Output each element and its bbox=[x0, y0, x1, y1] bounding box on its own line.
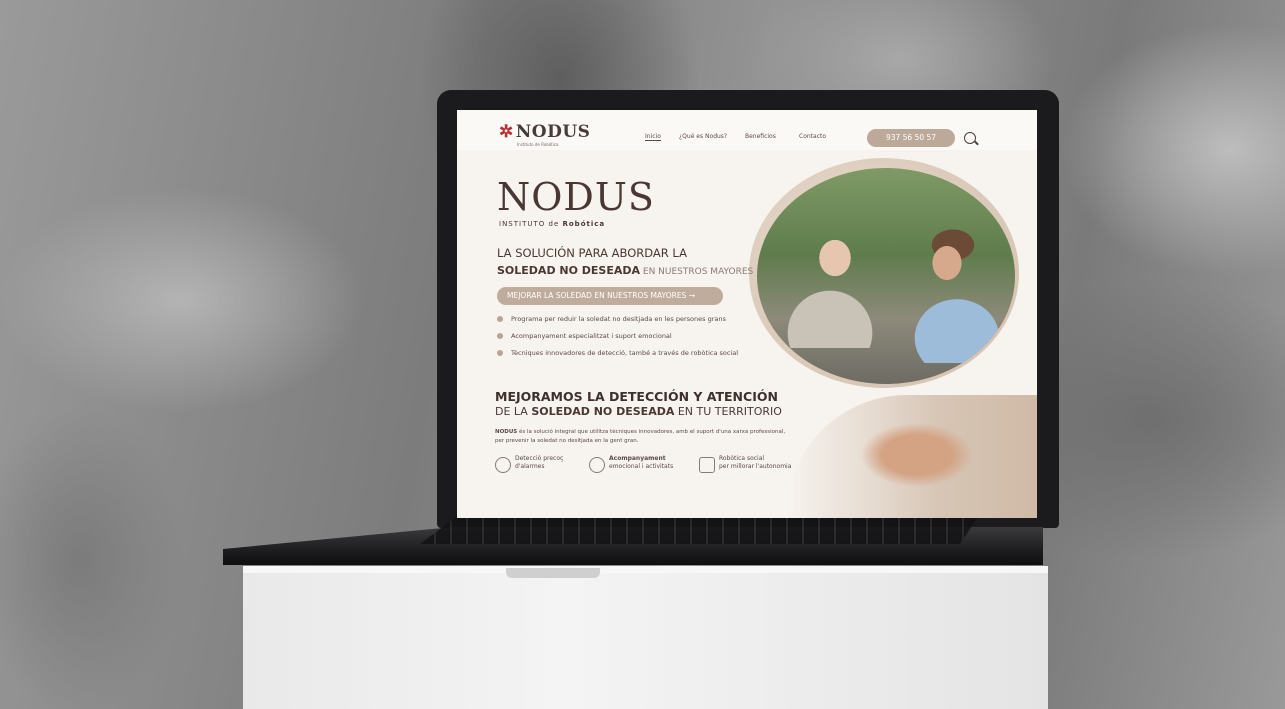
holding-hands-photo bbox=[787, 395, 1037, 518]
site-header: ✲ NODUS Instituto de Robótica Inicio ¿Qué… bbox=[457, 110, 1037, 150]
bullet-dot-icon bbox=[497, 316, 503, 322]
bullet-item: Tècniques innovadores de detecció, també… bbox=[497, 349, 738, 357]
bullet-item: Programa per reduir la soledat no desitj… bbox=[497, 315, 726, 323]
bullet-dot-icon bbox=[497, 350, 503, 356]
phone-button[interactable]: 937 56 50 57 bbox=[867, 129, 955, 147]
white-pedestal bbox=[243, 573, 1048, 709]
photo-caregiver-woman bbox=[887, 223, 1007, 363]
hero-title: NODUS bbox=[497, 175, 655, 219]
nav-beneficios[interactable]: Beneficios bbox=[745, 133, 776, 140]
hero-photo-elderly-couple bbox=[757, 168, 1015, 384]
nav-inicio[interactable]: Inicio bbox=[645, 133, 661, 141]
hero-subtitle: INSTITUTO de Robótica bbox=[499, 220, 606, 228]
feature-robotics: Robòtica social per millorar l'autonomia bbox=[719, 455, 792, 470]
section2-subtitle: DE LA SOLEDAD NO DESEADA EN TU TERRITORI… bbox=[495, 405, 782, 418]
laptop-keyboard bbox=[420, 514, 980, 544]
site-logo[interactable]: ✲ NODUS bbox=[499, 122, 590, 142]
hero-line-1: LA SOLUCIÓN PARA ABORDAR LA bbox=[497, 246, 687, 260]
laptop-notch bbox=[506, 568, 600, 578]
section2-title: MEJORAMOS LA DETECCIÓN Y ATENCIÓN bbox=[495, 389, 778, 404]
robot-icon bbox=[699, 457, 715, 473]
search-icon[interactable] bbox=[964, 132, 976, 144]
logo-text: NODUS bbox=[515, 122, 591, 142]
photo-elderly-man bbox=[775, 218, 885, 348]
feature-accompaniment: Acompanyament emocional i activitats bbox=[609, 455, 674, 470]
people-icon bbox=[589, 457, 605, 473]
hero-line-2: SOLEDAD NO DESEADA EN NUESTROS MAYORES bbox=[497, 264, 754, 277]
feature-detection: Detecció precoç d'alarmes bbox=[515, 455, 564, 470]
bullet-dot-icon bbox=[497, 333, 503, 339]
laptop-screen: ✲ NODUS Instituto de Robótica Inicio ¿Qué… bbox=[457, 110, 1037, 518]
bullet-item: Acompanyament especialitzat i suport emo… bbox=[497, 332, 672, 340]
cta-button[interactable]: MEJORAR LA SOLEDAD EN NUESTROS MAYORES → bbox=[497, 287, 723, 305]
detection-icon bbox=[495, 457, 511, 473]
logo-subtitle: Instituto de Robótica bbox=[517, 142, 559, 147]
logo-mark-icon: ✲ bbox=[499, 122, 514, 142]
nav-que-es-nodus[interactable]: ¿Qué es Nodus? bbox=[679, 133, 727, 140]
nav-contacto[interactable]: Contacto bbox=[799, 133, 826, 140]
section2-description: NODUS és la solució integral que utilitz… bbox=[495, 429, 786, 444]
